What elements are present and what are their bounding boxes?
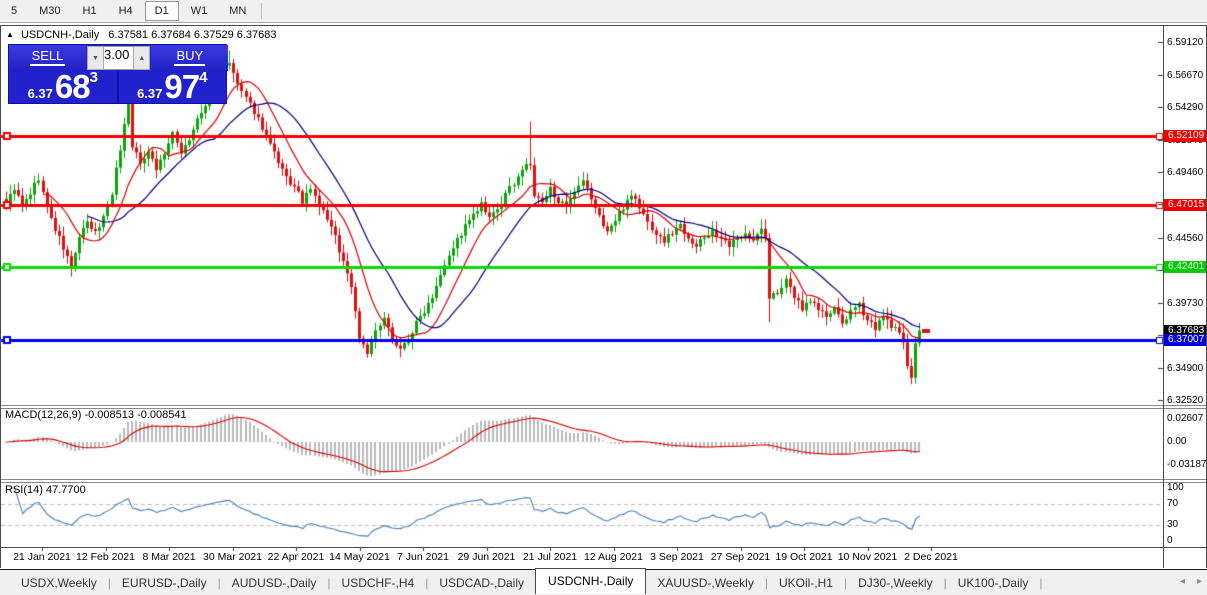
tabs-scroll-left-icon[interactable]: ◂ (1180, 576, 1185, 587)
chart-border-top (0, 25, 1207, 26)
rsi-axis-label: 70 (1167, 498, 1178, 509)
chart-tab-ukoil-h1[interactable]: UKOil-,H1 (768, 572, 844, 594)
chart-tab-usdcnh-daily[interactable]: USDCNH-,Daily (535, 568, 646, 594)
chart-ohlc-values: 6.37581 6.37684 6.37529 6.37683 (108, 29, 276, 41)
chart-symbol-period: USDCNH-,Daily (21, 29, 99, 41)
date-axis-line (0, 547, 1207, 548)
chart-border-left (0, 25, 1, 568)
chart-tab-usdx-weekly[interactable]: USDX,Weekly (10, 572, 108, 594)
sell-price-sup: 3 (90, 71, 98, 85)
mt4-window: { "toolbar": { "timeframes": ["5","M30",… (0, 0, 1207, 595)
price-axis-line[interactable] (1163, 25, 1164, 568)
price-axis-tick: 6.34900 (1167, 363, 1203, 374)
tab-separator: | (1039, 576, 1042, 590)
collapse-triangle-icon[interactable]: ▲ (6, 30, 14, 39)
chart-tab-eurusd-daily[interactable]: EURUSD-,Daily (111, 572, 218, 594)
price-axis-label-6.37007: 6.37007 (1164, 334, 1207, 346)
chart-tab-xauusd-weekly[interactable]: XAUUSD-,Weekly (646, 572, 764, 594)
volume-input[interactable]: 3.00 (104, 46, 133, 70)
toolbar-separator (261, 3, 262, 19)
timeframe-button-h1[interactable]: H1 (73, 1, 107, 21)
price-axis-label-6.52109: 6.52109 (1164, 130, 1207, 142)
timeframe-button-5[interactable]: 5 (1, 1, 27, 21)
macd-indicator-label: MACD(12,26,9) -0.008513 -0.008541 (5, 409, 187, 421)
chart-header: ▲ USDCNH-,Daily 6.37581 6.37684 6.37529 … (6, 29, 277, 41)
rsi-axis-label: 0 (1167, 535, 1173, 546)
rsi-indicator-label: RSI(14) 47.7700 (5, 484, 86, 496)
timeframe-button-d1[interactable]: D1 (145, 1, 179, 21)
chart-tab-uk100-daily[interactable]: UK100-,Daily (947, 572, 1040, 594)
macd-axis-label: 0.00 (1167, 436, 1186, 447)
timeframe-button-w1[interactable]: W1 (181, 1, 218, 21)
price-axis-tick: 6.59120 (1167, 37, 1203, 48)
sell-price-small: 6.37 (28, 86, 53, 101)
price-axis-tick: 6.32520 (1167, 395, 1203, 406)
rsi-axis-label: 30 (1167, 519, 1178, 530)
chart-tab-audusd-daily[interactable]: AUDUSD-,Daily (221, 572, 328, 594)
buy-price-sup: 4 (199, 71, 207, 85)
price-axis-label-6.42401: 6.42401 (1164, 261, 1207, 273)
buy-price-display[interactable]: 6.37 97 4 (119, 71, 227, 103)
date-axis-label: 2 Dec 2021 (889, 551, 973, 563)
sell-price-display[interactable]: 6.37 68 3 (9, 71, 119, 103)
chart-tab-usdchf-h4[interactable]: USDCHF-,H4 (331, 572, 426, 594)
price-axis-tick: 6.49460 (1167, 167, 1203, 178)
price-axis-tick: 6.44560 (1167, 233, 1203, 244)
rsi-axis-label: 100 (1167, 482, 1184, 493)
macd-axis-label: 0.02607 (1167, 413, 1203, 424)
price-axis-tick: 6.56670 (1167, 70, 1203, 81)
price-axis-tick: 6.39730 (1167, 298, 1203, 309)
price-axis-tick: 6.54290 (1167, 102, 1203, 113)
price-axis-label-6.47015: 6.47015 (1164, 199, 1207, 211)
one-click-trade-panel: SELL ▼ 3.00 ▲ BUY 6.37 68 3 6.37 97 4 (8, 44, 227, 104)
volume-decrease-button[interactable]: ▼ (87, 46, 104, 70)
volume-stepper: ▼ 3.00 ▲ (86, 45, 151, 71)
timeframe-button-mn[interactable]: MN (219, 1, 256, 21)
timeframe-button-h4[interactable]: H4 (109, 1, 143, 21)
buy-price-small: 6.37 (137, 86, 162, 101)
chart-tab-usdcad-daily[interactable]: USDCAD-,Daily (428, 572, 535, 594)
divider-macd-rsi-2 (0, 482, 1207, 483)
timeframe-button-m30[interactable]: M30 (29, 1, 70, 21)
sell-price-big: 68 (55, 73, 90, 101)
chart-tab-bar: USDX,Weekly|EURUSD-,Daily|AUDUSD-,Daily|… (0, 569, 1207, 595)
chart-tab-dj30-weekly[interactable]: DJ30-,Weekly (847, 572, 943, 594)
divider-macd-rsi[interactable] (0, 479, 1207, 480)
macd-axis-label: -0.031872 (1167, 459, 1207, 470)
volume-increase-button[interactable]: ▲ (133, 46, 150, 70)
timeframe-toolbar: 5M30H1H4D1W1MN (0, 0, 1207, 23)
buy-price-big: 97 (164, 73, 199, 101)
tabs-scroll-right-icon[interactable]: ▸ (1197, 576, 1202, 587)
divider-main-macd[interactable] (0, 405, 1207, 406)
